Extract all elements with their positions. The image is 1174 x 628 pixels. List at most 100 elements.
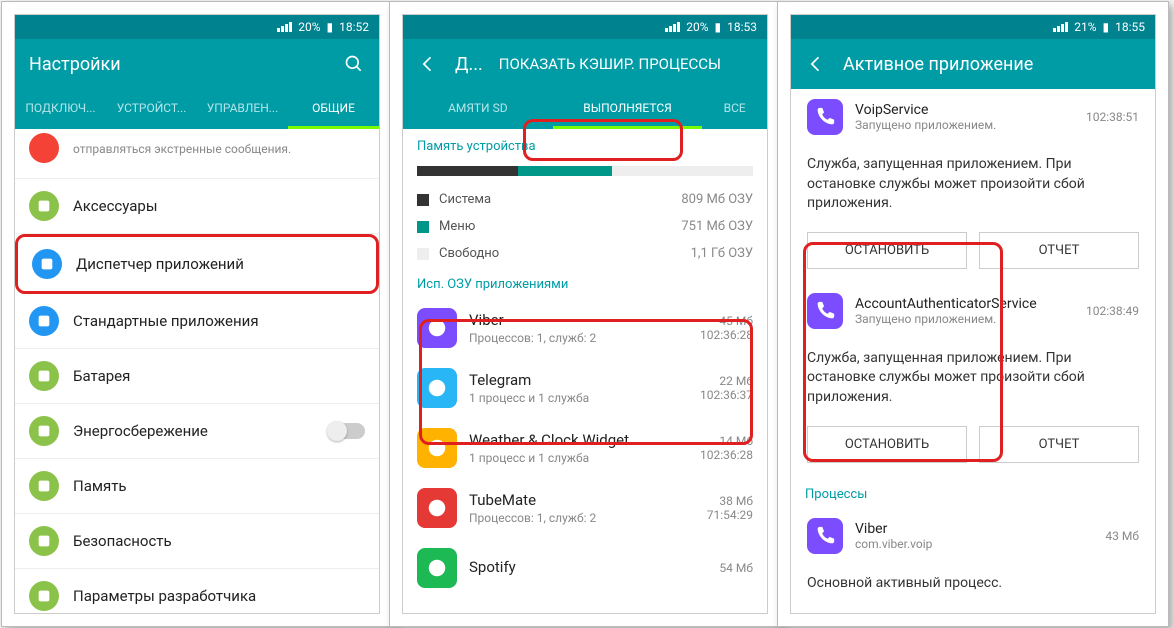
button-row: ОСТАНОВИТЬ ОТЧЕТ — [791, 224, 1155, 283]
settings-item-icon — [32, 249, 62, 279]
settings-item-icon — [29, 471, 59, 501]
memory-header: Память устройства — [403, 129, 767, 160]
app-name: TubeMate — [469, 491, 695, 509]
settings-item-icon — [29, 416, 59, 446]
battery-icon: ▮ — [715, 20, 722, 34]
app-size: 45 Мб — [700, 314, 753, 328]
process-row[interactable]: Viber com.viber.voip 43 Мб — [791, 508, 1155, 564]
app-size: 38 Мб — [707, 494, 753, 508]
button-row: ОСТАНОВИТЬ ОТЧЕТ — [791, 418, 1155, 477]
app-sub: Процессов: 1, служб: 2 — [469, 511, 695, 525]
settings-item[interactable]: Энергосбережение — [15, 404, 379, 459]
app-name: Telegram — [469, 371, 688, 389]
settings-item-icon — [29, 306, 59, 336]
app-sub: 1 процесс и 1 служба — [469, 451, 688, 465]
settings-item-icon — [29, 581, 59, 611]
signal-icon — [1053, 22, 1068, 32]
tab-bar: АМЯТИ SD ВЫПОЛНЯЕТСЯ ВСЕ — [403, 89, 767, 129]
tab-all[interactable]: ВСЕ — [702, 89, 767, 129]
service-row[interactable]: AccountAuthenticatorService Запущено при… — [791, 283, 1155, 339]
service-desc: Служба, запущенная приложением. При оста… — [791, 145, 1155, 224]
page-title: ПОКАЗАТЬ КЭШИР. ПРОЦЕССЫ — [499, 55, 753, 73]
stop-button[interactable]: ОСТАНОВИТЬ — [807, 426, 967, 463]
battery-icon: ▮ — [1103, 20, 1110, 34]
proc-header: Процессы — [791, 477, 1155, 508]
memory-row: Меню 751 Мб ОЗУ — [403, 213, 767, 240]
memory-value: 751 Мб ОЗУ — [681, 219, 753, 234]
tab-device[interactable]: УСТРОЙСТ... — [106, 89, 197, 129]
app-time: 71:54:29 — [707, 508, 753, 522]
memory-row: Свободно 1,1 Гб ОЗУ — [403, 240, 767, 267]
search-icon[interactable] — [343, 53, 365, 75]
memory-swatch — [417, 194, 429, 206]
memory-label: Меню — [439, 219, 475, 234]
app-name: Weather & Clock Widget — [469, 431, 688, 449]
settings-item-label: Безопасность — [73, 532, 365, 550]
app-time: 102:36:28 — [700, 448, 753, 462]
settings-item[interactable]: Стандартные приложения — [15, 294, 379, 349]
settings-item[interactable]: Параметры разработчика — [15, 569, 379, 613]
settings-item-label: Батарея — [73, 367, 365, 385]
status-bar: 20% ▮ 18:53 — [403, 15, 767, 39]
process-name: Viber — [855, 521, 1093, 537]
running-apps: Память устройства Система 809 Мб ОЗУ Мен… — [403, 129, 767, 613]
service-name: AccountAuthenticatorService — [855, 296, 1074, 312]
settings-item[interactable]: Батарея — [15, 349, 379, 404]
toggle-switch[interactable] — [329, 423, 365, 439]
signal-pct: 20% — [686, 20, 708, 34]
service-row[interactable]: VoipService Запущено приложением. 102:38… — [791, 89, 1155, 145]
process-size: 43 Мб — [1105, 529, 1139, 543]
memory-row: Система 809 Мб ОЗУ — [403, 186, 767, 213]
settings-item-icon — [29, 526, 59, 556]
service-detail: VoipService Запущено приложением. 102:38… — [791, 89, 1155, 613]
back-label: Д... — [455, 54, 483, 75]
app-name: Spotify — [469, 558, 707, 576]
tab-general[interactable]: ОБЩИЕ — [288, 89, 379, 129]
settings-item-label: Параметры разработчика — [73, 587, 365, 605]
service-time: 102:38:51 — [1086, 110, 1139, 124]
tab-connections[interactable]: ПОДКЛЮЧ... — [15, 89, 106, 129]
app-icon — [417, 488, 457, 528]
screen-active-app: 21% ▮ 18:55 Активное приложение VoipServ… — [790, 14, 1156, 614]
viber-icon — [807, 99, 843, 135]
back-icon[interactable] — [805, 53, 827, 75]
settings-item-icon — [29, 191, 59, 221]
service-time: 102:38:49 — [1086, 304, 1139, 318]
partial-top-text: отправляться экстренные сообщения. — [73, 142, 365, 156]
app-sub: Процессов: 1, служб: 2 — [469, 331, 688, 345]
settings-item-label: Стандартные приложения — [73, 312, 365, 330]
viber-icon — [807, 293, 843, 329]
app-row[interactable]: Telegram 1 процесс и 1 служба 22 Мб 102:… — [403, 358, 767, 418]
back-icon[interactable] — [417, 53, 439, 75]
app-row[interactable]: Weather & Clock Widget 1 процесс и 1 слу… — [403, 418, 767, 478]
tab-running[interactable]: ВЫПОЛНЯЕТСЯ — [553, 89, 703, 129]
app-row[interactable]: Spotify 54 Мб — [403, 538, 767, 598]
report-button[interactable]: ОТЧЕТ — [979, 426, 1139, 463]
memory-bar — [417, 166, 753, 176]
stop-button[interactable]: ОСТАНОВИТЬ — [807, 232, 967, 269]
settings-item-label: Энергосбережение — [73, 422, 315, 440]
app-row[interactable]: TubeMate Процессов: 1, служб: 2 38 Мб 71… — [403, 478, 767, 538]
partial-item-top[interactable]: отправляться экстренные сообщения. — [15, 129, 379, 179]
signal-pct: 21% — [1074, 20, 1096, 34]
report-button[interactable]: ОТЧЕТ — [979, 232, 1139, 269]
settings-item[interactable]: Диспетчер приложений — [15, 234, 379, 294]
settings-item[interactable]: Аксессуары — [15, 179, 379, 234]
app-row[interactable]: Viber Процессов: 1, служб: 2 45 Мб 102:3… — [403, 298, 767, 358]
app-time: 102:36:37 — [700, 388, 753, 402]
app-size: 54 Мб — [719, 561, 753, 575]
app-icon — [417, 548, 457, 588]
clock: 18:55 — [1115, 20, 1145, 34]
viber-icon — [807, 518, 843, 554]
settings-item[interactable]: Память — [15, 459, 379, 514]
tab-bar: ПОДКЛЮЧ... УСТРОЙСТ... УПРАВЛЕН... ОБЩИЕ — [15, 89, 379, 129]
apps-header: Исп. ОЗУ приложениями — [403, 267, 767, 298]
tab-sdcard[interactable]: АМЯТИ SD — [403, 89, 553, 129]
tab-manage[interactable]: УПРАВЛЕН... — [197, 89, 288, 129]
settings-item[interactable]: Безопасность — [15, 514, 379, 569]
service-desc: Служба, запущенная приложением. При оста… — [791, 339, 1155, 418]
memory-label: Система — [439, 192, 491, 207]
settings-item-label: Память — [73, 477, 365, 495]
battery-icon: ▮ — [327, 20, 334, 34]
footer-text: Основной активный процесс. — [791, 564, 1155, 604]
